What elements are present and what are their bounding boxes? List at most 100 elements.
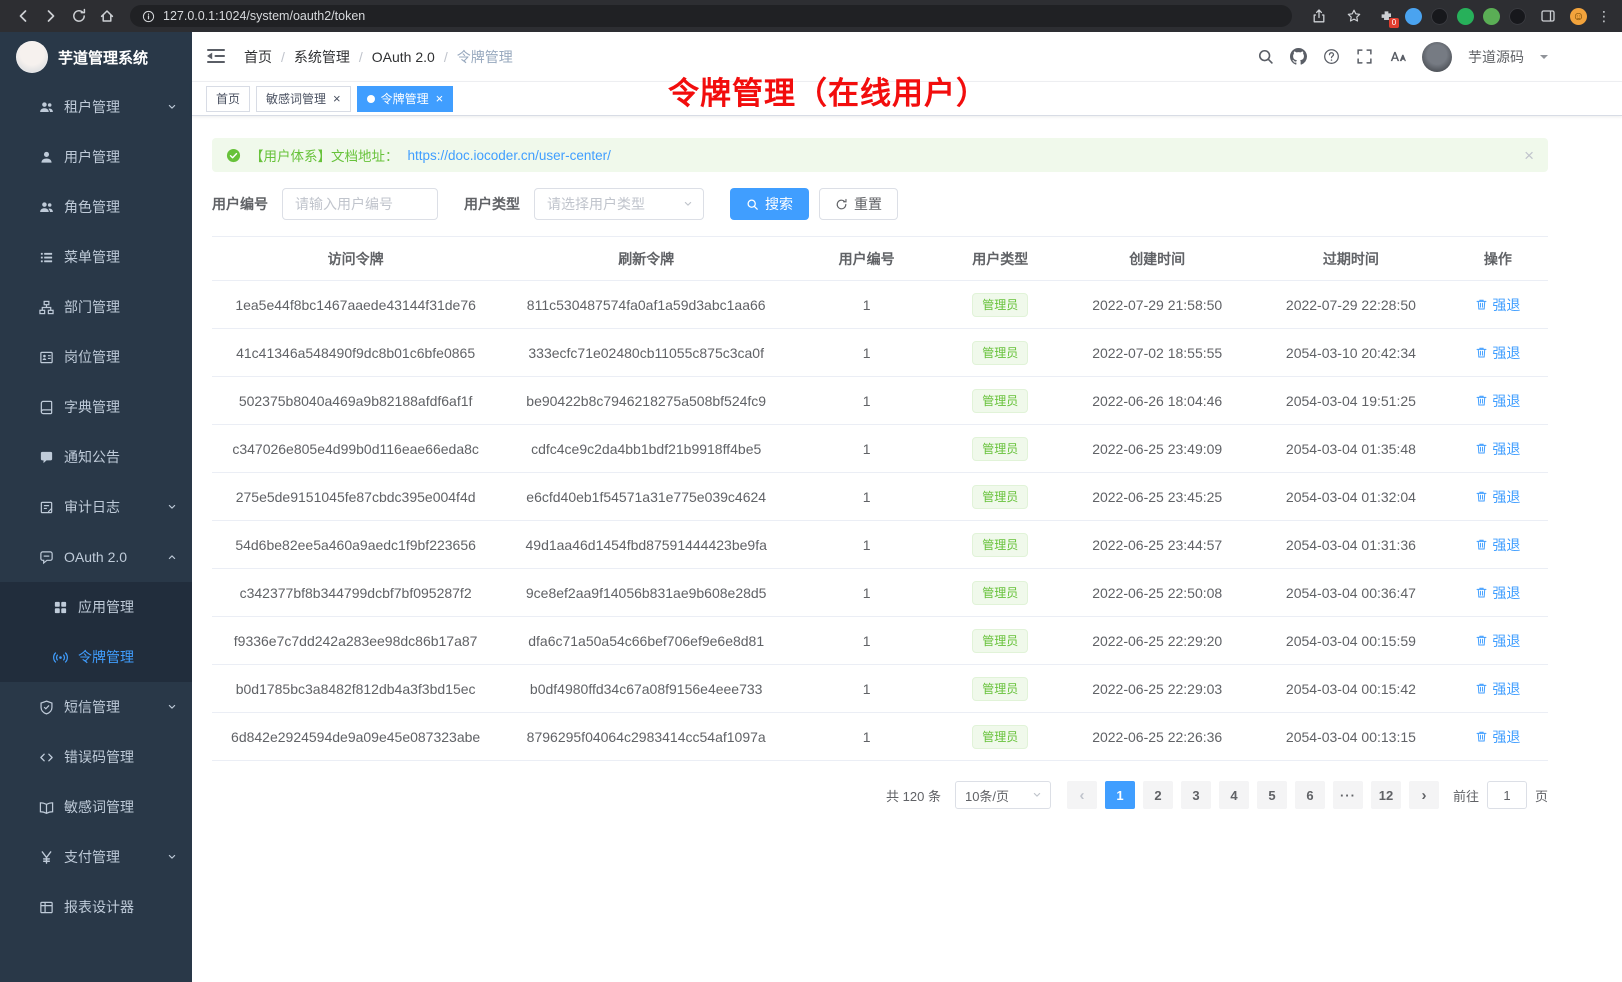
alert-close-icon[interactable]: × [1524, 147, 1534, 164]
user-avatar[interactable] [1422, 42, 1452, 72]
sidebar-item-5[interactable]: 岗位管理 [0, 332, 192, 382]
post-icon [38, 349, 54, 365]
tab-close-icon[interactable]: × [436, 92, 444, 105]
reload-icon[interactable] [66, 4, 92, 28]
user-icon [38, 149, 54, 165]
home-icon[interactable] [94, 4, 120, 28]
prev-page-button[interactable]: ‹ [1067, 781, 1097, 809]
force-logout-button[interactable]: 强退 [1475, 439, 1520, 459]
caret-down-icon[interactable] [1540, 55, 1548, 63]
goto-page: 前往 页 [1453, 781, 1548, 809]
app-logo[interactable]: 芋道管理系统 [0, 32, 192, 82]
next-page-button[interactable]: › [1409, 781, 1439, 809]
sidebar-subitem-1[interactable]: 令牌管理 [0, 632, 192, 682]
force-logout-button[interactable]: 强退 [1475, 391, 1520, 411]
page-6[interactable]: 6 [1295, 781, 1325, 809]
user-type-badge: 管理员 [972, 389, 1028, 413]
goto-page-input[interactable] [1487, 781, 1527, 809]
search-icon[interactable] [1257, 48, 1274, 65]
search-button[interactable]: 搜索 [730, 188, 809, 220]
tab-2[interactable]: 令牌管理× [357, 86, 454, 112]
force-logout-button[interactable]: 强退 [1475, 679, 1520, 699]
user-id-input[interactable] [282, 188, 438, 220]
force-logout-button[interactable]: 强退 [1475, 535, 1520, 555]
sidebar-item-0[interactable]: 租户管理 [0, 82, 192, 132]
extension-green-icon[interactable] [1457, 8, 1474, 25]
back-icon[interactable] [10, 4, 36, 28]
force-logout-button[interactable]: 强退 [1475, 343, 1520, 363]
sidebar-subitem-0[interactable]: 应用管理 [0, 582, 192, 632]
success-check-icon [226, 148, 241, 163]
page-2[interactable]: 2 [1143, 781, 1173, 809]
force-logout-button[interactable]: 强退 [1475, 487, 1520, 507]
column-2: 用户编号 [793, 237, 940, 281]
page-12[interactable]: 12 [1371, 781, 1401, 809]
tab-1[interactable]: 敏感词管理× [256, 86, 351, 112]
user-type-select[interactable]: 请选择用户类型 [534, 188, 704, 220]
force-logout-button[interactable]: 强退 [1475, 295, 1520, 315]
tab-0[interactable]: 首页 [206, 86, 250, 112]
alert-text: 【用户体系】文档地址： [250, 145, 399, 165]
page-5[interactable]: 5 [1257, 781, 1287, 809]
profile-avatar-icon[interactable]: ☺ [1570, 8, 1587, 25]
pager-more[interactable]: ··· [1333, 781, 1363, 809]
sidebar-item-4[interactable]: 部门管理 [0, 282, 192, 332]
page-3[interactable]: 3 [1181, 781, 1211, 809]
force-logout-button[interactable]: 强退 [1475, 583, 1520, 603]
breadcrumb-item-0[interactable]: 首页 [244, 47, 272, 67]
extension-blue-icon[interactable] [1405, 8, 1422, 25]
bookmark-star-icon[interactable] [1341, 4, 1367, 28]
page-content: 【用户体系】文档地址： https://doc.iocoder.cn/user-… [192, 116, 1622, 982]
oauth-submenu: 应用管理令牌管理 [0, 582, 192, 682]
force-logout-button[interactable]: 强退 [1475, 727, 1520, 747]
table-header: 访问令牌刷新令牌用户编号用户类型创建时间过期时间操作 [212, 237, 1548, 281]
browser-menu-icon[interactable]: ⋮ [1596, 4, 1612, 28]
font-size-icon[interactable] [1389, 48, 1406, 65]
side-panel-icon[interactable] [1535, 4, 1561, 28]
tab-close-icon[interactable]: × [333, 92, 341, 105]
force-logout-button[interactable]: 强退 [1475, 631, 1520, 651]
sidebar-item-1[interactable]: 用户管理 [0, 132, 192, 182]
share-icon[interactable] [1306, 4, 1332, 28]
fullscreen-icon[interactable] [1356, 48, 1373, 65]
user-type-badge: 管理员 [972, 533, 1028, 557]
breadcrumb-item-1[interactable]: 系统管理 [294, 47, 350, 67]
search-form: 用户编号 用户类型 请选择用户类型 搜索 重置 [212, 188, 1548, 220]
extension-puzzle-icon[interactable] [1483, 8, 1500, 25]
breadcrumb-item-2[interactable]: OAuth 2.0 [372, 49, 435, 65]
total-count: 共 120 条 [886, 786, 941, 805]
address-bar[interactable]: 127.0.0.1:1024/system/oauth2/token [130, 5, 1292, 27]
user-id-label: 用户编号 [212, 194, 268, 214]
forward-icon[interactable] [38, 4, 64, 28]
navbar-right: 芋道源码 [1257, 42, 1548, 72]
sidebar-item-3[interactable]: 菜单管理 [0, 232, 192, 282]
github-icon[interactable] [1290, 48, 1307, 65]
sidebar-item-2[interactable]: 角色管理 [0, 182, 192, 232]
dept-icon [38, 299, 54, 315]
sidebar-item-7[interactable]: 通知公告 [0, 432, 192, 482]
site-info-icon[interactable] [142, 10, 155, 23]
table-row-9: 6d842e2924594de9a09e45e087323abe8796295f… [212, 713, 1548, 761]
sidebar-item-10[interactable]: 短信管理 [0, 682, 192, 732]
username[interactable]: 芋道源码 [1468, 47, 1524, 67]
sidebar-item-12[interactable]: 敏感词管理 [0, 782, 192, 832]
sidebar-item-11[interactable]: 错误码管理 [0, 732, 192, 782]
page-1[interactable]: 1 [1105, 781, 1135, 809]
sidebar-item-8[interactable]: 审计日志 [0, 482, 192, 532]
sidebar: 芋道管理系统 租户管理用户管理角色管理菜单管理部门管理岗位管理字典管理通知公告审… [0, 32, 192, 982]
sidebar-item-13[interactable]: 支付管理 [0, 832, 192, 882]
sidebar-item-9[interactable]: OAuth 2.0 [0, 532, 192, 582]
doc-link[interactable]: https://doc.iocoder.cn/user-center/ [408, 148, 611, 163]
browser-toolbar: 127.0.0.1:1024/system/oauth2/token 0 ☺ ⋮ [0, 0, 1622, 32]
sidebar-item-6[interactable]: 字典管理 [0, 382, 192, 432]
extension-badge-icon[interactable]: 0 [1376, 6, 1396, 26]
page-4[interactable]: 4 [1219, 781, 1249, 809]
sidebar-item-14[interactable]: 报表设计器 [0, 882, 192, 932]
extension-dark-icon[interactable] [1431, 8, 1448, 25]
hamburger-icon[interactable] [206, 47, 228, 67]
logo-avatar [16, 41, 48, 73]
reset-button[interactable]: 重置 [819, 188, 898, 220]
help-icon[interactable] [1323, 48, 1340, 65]
page-size-select[interactable]: 10条/页 [955, 781, 1051, 809]
extension-dark2-icon[interactable] [1509, 8, 1526, 25]
